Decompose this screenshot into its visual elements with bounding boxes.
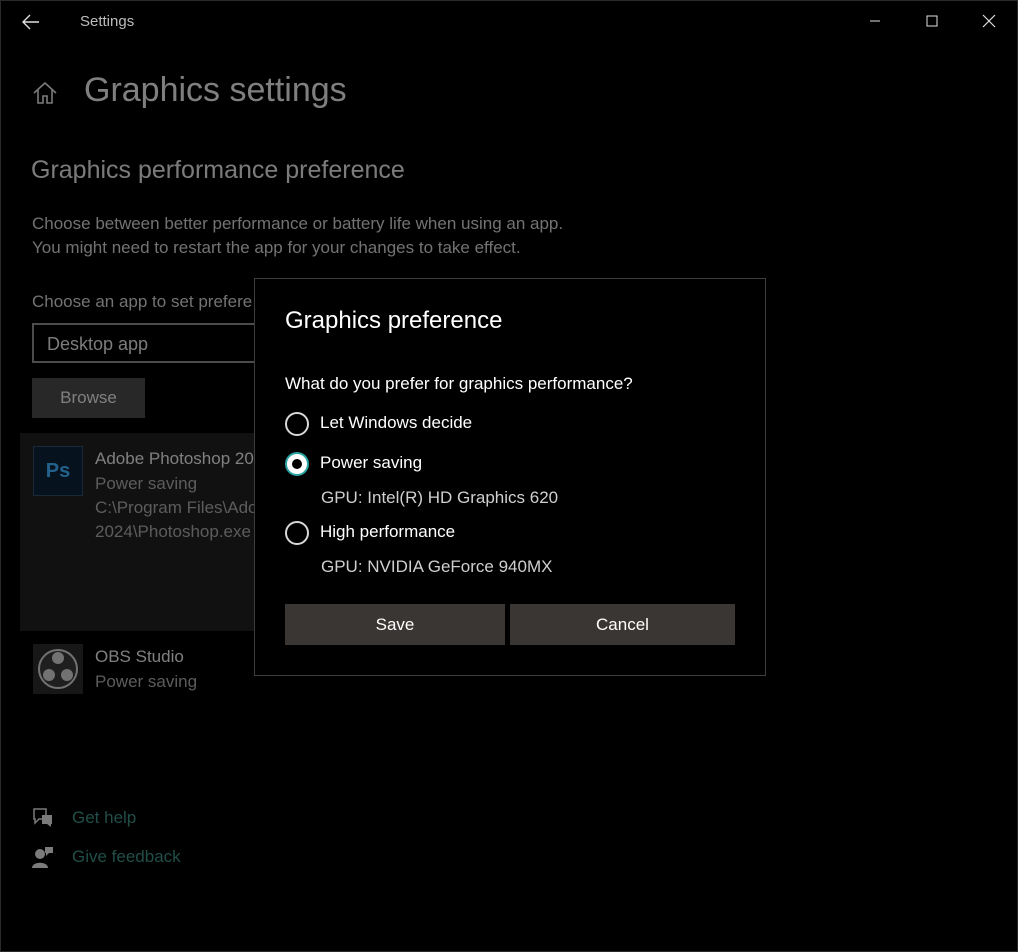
section-title: Graphics performance preference — [31, 156, 405, 184]
choose-app-label: Choose an app to set prefere — [32, 292, 253, 311]
radio-button[interactable] — [285, 521, 309, 545]
option-power-saving[interactable]: Power saving — [285, 452, 585, 478]
app-path-line-1: C:\Program Files\Ado — [95, 498, 258, 517]
description-line-1: Choose between better performance or bat… — [32, 214, 564, 233]
feedback-icon — [32, 847, 53, 868]
back-button[interactable] — [15, 7, 47, 37]
obs-icon — [33, 644, 83, 694]
description-line-2: You might need to restart the app for yo… — [32, 238, 521, 257]
maximize-icon — [926, 15, 938, 27]
gpu-info: GPU: Intel(R) HD Graphics 620 — [321, 488, 559, 507]
radio-button-selected[interactable] — [285, 452, 309, 476]
radio-button[interactable] — [285, 412, 309, 436]
minimize-button[interactable] — [847, 1, 903, 41]
get-help-link[interactable]: Get help — [72, 808, 136, 828]
page-title: Graphics settings — [84, 71, 347, 109]
graphics-preference-dialog: Graphics preference What do you prefer f… — [254, 278, 766, 676]
give-feedback-link[interactable]: Give feedback — [72, 847, 181, 867]
minimize-icon — [870, 20, 880, 22]
browse-button[interactable]: Browse — [32, 378, 145, 418]
window-title: Settings — [80, 13, 135, 30]
maximize-button[interactable] — [904, 1, 960, 41]
app-preference: Power saving — [95, 474, 198, 493]
dialog-title: Graphics preference — [285, 307, 503, 334]
dialog-question: What do you prefer for graphics performa… — [285, 374, 633, 393]
option-label: High performance — [320, 522, 456, 541]
title-bar: Settings — [1, 1, 1017, 43]
save-button[interactable]: Save — [285, 604, 505, 645]
app-preference: Power saving — [95, 672, 198, 691]
help-chat-icon — [33, 808, 52, 827]
app-name: OBS Studio — [95, 647, 184, 666]
app-type-value: Desktop app — [47, 334, 149, 354]
option-high-performance[interactable]: High performance — [285, 521, 585, 547]
option-label: Let Windows decide — [320, 413, 473, 432]
close-icon — [982, 14, 996, 28]
cancel-button[interactable]: Cancel — [510, 604, 735, 645]
close-button[interactable] — [961, 1, 1017, 41]
back-arrow-icon — [22, 14, 39, 30]
settings-window: Settings Graphics settings Graphics perf… — [0, 0, 1018, 952]
gpu-info: GPU: NVIDIA GeForce 940MX — [321, 557, 553, 576]
home-icon[interactable] — [31, 79, 59, 107]
app-name: Adobe Photoshop 20 — [95, 449, 254, 468]
photoshop-icon: Ps — [33, 446, 83, 496]
option-let-windows-decide[interactable]: Let Windows decide — [285, 412, 585, 438]
option-label: Power saving — [320, 453, 423, 472]
app-path-line-2: 2024\Photoshop.exe — [95, 522, 251, 541]
